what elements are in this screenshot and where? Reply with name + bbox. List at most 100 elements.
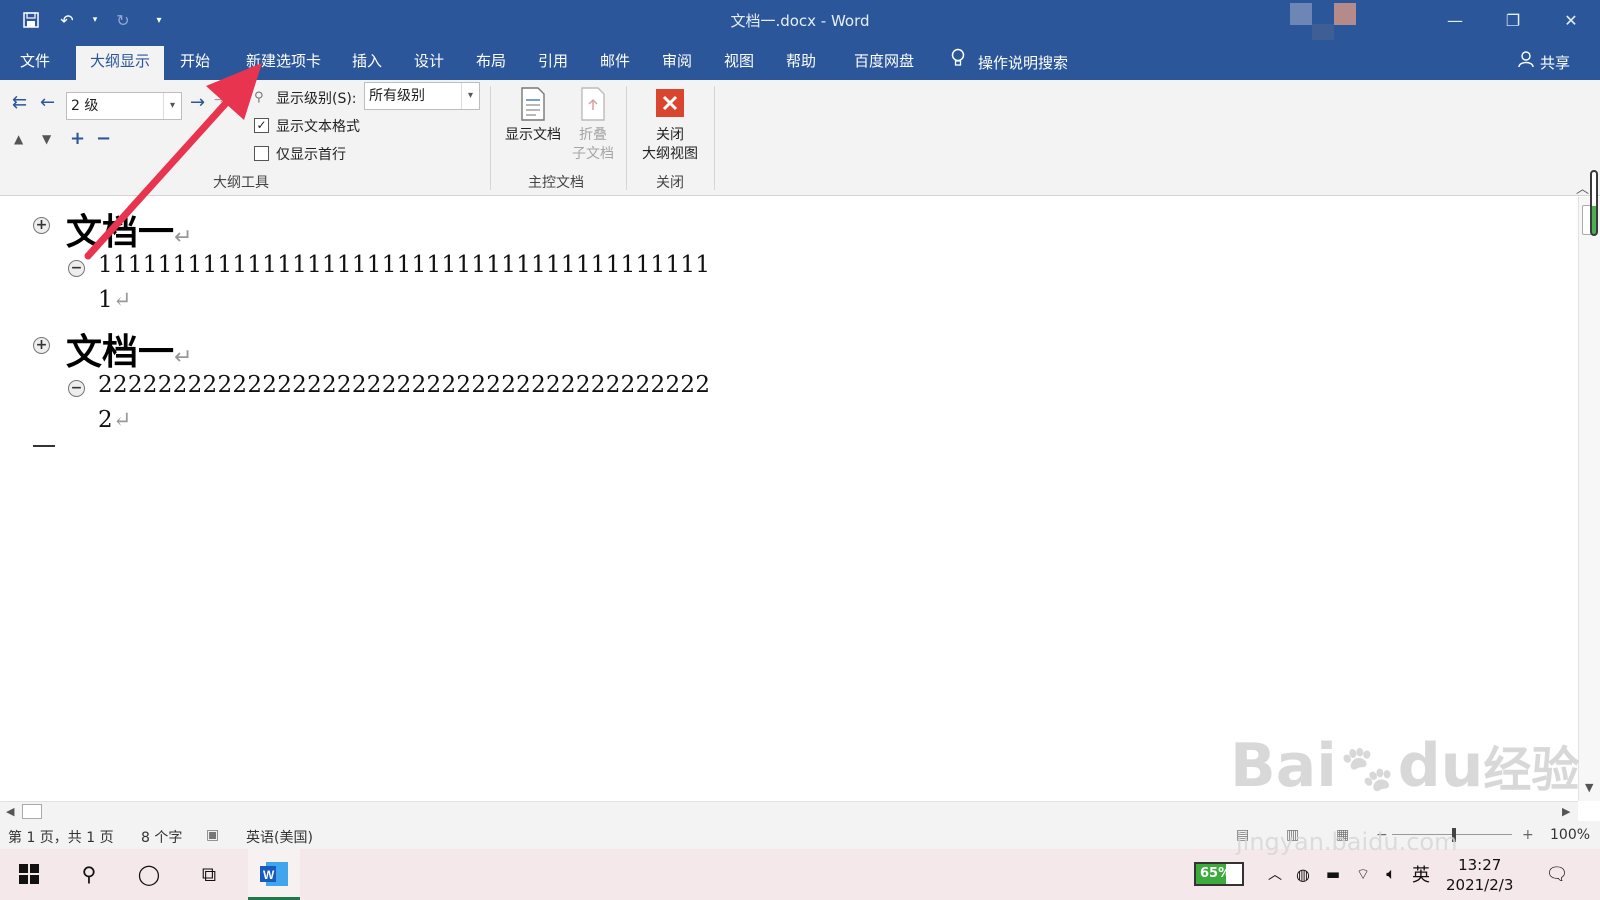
tab-outlining[interactable]: 大纲显示 <box>76 46 165 80</box>
close-window-icon[interactable]: ✕ <box>1542 0 1600 40</box>
tab-design[interactable]: 设计 <box>400 46 458 80</box>
paw-icon: 🐾︎ <box>1336 742 1398 798</box>
outline-level-select[interactable]: 2 级 ▾ <box>66 92 182 120</box>
task-view-icon[interactable]: ⧉ <box>196 861 222 887</box>
document-canvas[interactable]: + 文档一↵ − 1111111111111111111111111111111… <box>0 197 1578 801</box>
background-decoration <box>1290 3 1312 25</box>
vertical-scrollbar[interactable]: ▼ <box>1578 197 1600 801</box>
chevron-up-icon[interactable]: ︿ <box>1262 861 1288 887</box>
minimize-icon[interactable]: — <box>1426 0 1484 40</box>
group-label-master-document: 主控文档 <box>528 175 584 191</box>
chevron-down-icon[interactable]: ▾ <box>163 93 181 119</box>
lightbulb-icon <box>950 48 966 78</box>
collapse-icon[interactable]: − <box>96 128 111 149</box>
group-separator <box>626 86 627 190</box>
notification-icon[interactable]: 🗨︎ <box>1544 861 1570 887</box>
tab-mailings[interactable]: 邮件 <box>586 46 644 80</box>
collapse-document-icon <box>577 86 609 122</box>
wifi-icon[interactable]: ⌔ <box>1350 861 1376 887</box>
tab-layout[interactable]: 布局 <box>462 46 520 80</box>
show-level-label: 显示级别(S): <box>276 91 357 107</box>
background-decoration <box>1312 24 1334 40</box>
tab-insert[interactable]: 插入 <box>338 46 396 80</box>
battery-percent: 65% <box>1200 866 1232 881</box>
baidu-watermark: Bai🐾︎du经验 <box>1230 731 1580 801</box>
outline-expand-icon[interactable]: + <box>33 217 50 234</box>
show-level-icon: ⚲ <box>254 90 264 105</box>
tab-review[interactable]: 审阅 <box>648 46 706 80</box>
device-icon[interactable]: ▬ <box>1320 861 1346 887</box>
tell-me-search[interactable]: 操作说明搜索 <box>950 46 1068 80</box>
windows-start-icon[interactable] <box>16 861 42 887</box>
group-label-close: 关闭 <box>656 175 684 191</box>
close-x-icon <box>654 86 686 122</box>
close-outline-label-1: 关闭 <box>656 127 684 143</box>
proofing-icon[interactable]: ▣ <box>206 827 219 843</box>
tab-help[interactable]: 帮助 <box>772 46 830 80</box>
collapse-ribbon-icon[interactable]: ︿ <box>1576 178 1589 197</box>
watermark-url: jingyan.baidu.com <box>1236 828 1458 856</box>
battery-indicator[interactable]: 65% <box>1194 862 1244 886</box>
tab-view[interactable]: 视图 <box>710 46 768 80</box>
collapse-subdocs-label-2: 子文档 <box>572 146 614 162</box>
move-down-icon[interactable]: ▼ <box>42 132 51 146</box>
ribbon-tab-row: 文件 大纲显示 开始 新建选项卡 插入 设计 布局 引用 邮件 审阅 视图 帮助… <box>0 40 1600 80</box>
volume-icon[interactable]: 🔈︎ <box>1378 861 1404 887</box>
scroll-down-arrow-icon[interactable]: ▼ <box>1585 781 1593 794</box>
language[interactable]: 英语(美国) <box>246 827 313 847</box>
outline-collapse-icon[interactable]: − <box>68 260 85 277</box>
group-separator <box>490 86 491 190</box>
close-outline-view-button[interactable]: 关闭 大纲视图 <box>632 86 708 164</box>
clock-date: 2021/2/3 <box>1446 876 1514 894</box>
word-taskbar-button[interactable]: W <box>248 849 300 900</box>
scrollbar-thumb[interactable] <box>22 804 42 819</box>
svg-text:W: W <box>263 868 275 882</box>
collapse-subdocuments-button[interactable]: 折叠 子文档 <box>566 86 620 164</box>
background-decoration <box>1334 3 1356 25</box>
ime-indicator[interactable]: 英 <box>1408 861 1434 887</box>
cortana-icon[interactable]: ◯ <box>136 861 162 887</box>
word-app-icon: W <box>260 860 290 892</box>
zoom-level[interactable]: 100% <box>1550 827 1590 843</box>
promote-to-heading1-icon[interactable]: ⇇ <box>12 92 27 113</box>
show-first-line-checkbox[interactable] <box>254 146 269 161</box>
show-text-format-checkbox[interactable]: ✓ <box>254 118 269 133</box>
move-up-icon[interactable]: ▲ <box>14 132 23 146</box>
share-label: 共享 <box>1539 54 1570 72</box>
title-bar: ↶ ▾ ↻ ▾ 文档一.docx - Word — ❐ ✕ <box>0 0 1600 40</box>
scroll-right-arrow-icon[interactable]: ▶ <box>1562 805 1570 818</box>
tab-file[interactable]: 文件 <box>6 46 64 80</box>
expand-icon[interactable]: + <box>70 128 85 149</box>
demote-icon[interactable]: → <box>190 92 205 113</box>
show-level-select[interactable]: 所有级别 ▾ <box>364 82 480 110</box>
document-icon <box>517 86 549 122</box>
system-clock[interactable]: 13:27 2021/2/3 <box>1446 855 1513 895</box>
show-document-button[interactable]: 显示文档 <box>500 86 566 145</box>
chevron-down-icon[interactable]: ▾ <box>461 83 479 109</box>
zoom-in-icon[interactable]: + <box>1522 827 1534 843</box>
outline-collapse-icon[interactable]: − <box>68 380 85 397</box>
windows-taskbar: ⚲ ◯ ⧉ W 65% ︿ ◍ ▬ ⌔ 🔈︎ 英 13:27 2021/2/3 … <box>0 849 1600 900</box>
heading-level1: 文档一↵ <box>66 332 193 373</box>
share-button[interactable]: 共享 <box>1518 46 1570 80</box>
tab-home[interactable]: 开始 <box>166 46 224 80</box>
window-title: 文档一.docx - Word <box>730 12 870 30</box>
promote-icon[interactable]: ← <box>40 92 55 113</box>
outline-expand-icon[interactable]: + <box>33 337 50 354</box>
search-icon[interactable]: ⚲ <box>76 861 102 887</box>
network-globe-icon[interactable]: ◍ <box>1290 861 1316 887</box>
group-separator <box>714 86 715 190</box>
outline-level-value: 2 级 <box>71 98 99 114</box>
demote-to-body-icon[interactable]: ⇥ <box>214 92 226 108</box>
word-count[interactable]: 8 个字 <box>141 827 182 847</box>
page-count[interactable]: 第 1 页，共 1 页 <box>8 827 114 847</box>
show-document-label: 显示文档 <box>505 127 561 143</box>
group-label-outline-tools: 大纲工具 <box>213 175 269 191</box>
horizontal-scrollbar[interactable]: ◀ ▶ <box>0 801 1578 821</box>
tab-new-tab[interactable]: 新建选项卡 <box>232 46 335 80</box>
collapse-subdocs-label-1: 折叠 <box>579 127 607 143</box>
scroll-left-arrow-icon[interactable]: ◀ <box>6 805 14 818</box>
tab-references[interactable]: 引用 <box>524 46 582 80</box>
restore-icon[interactable]: ❐ <box>1484 0 1542 40</box>
tab-baidu-netdisk[interactable]: 百度网盘 <box>840 46 928 80</box>
